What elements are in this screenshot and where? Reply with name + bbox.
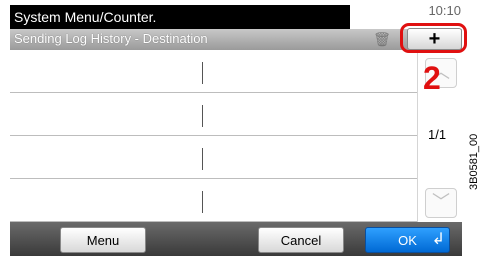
ok-button[interactable]: OK ↲: [365, 227, 450, 253]
column-divider: [202, 105, 203, 127]
step-number: 2: [423, 60, 441, 96]
list-item[interactable]: [10, 50, 417, 93]
list-item[interactable]: [10, 179, 417, 222]
bottom-toolbar: Menu Cancel OK ↲: [10, 222, 462, 256]
cancel-button[interactable]: Cancel: [258, 227, 344, 253]
trash-icon[interactable]: 🗑: [373, 30, 391, 48]
list-item[interactable]: [10, 93, 417, 136]
column-divider: [202, 191, 203, 213]
screen-title: System Menu/Counter.: [14, 9, 157, 25]
list-item[interactable]: [10, 136, 417, 179]
destination-list: [10, 50, 417, 222]
ok-label: OK: [398, 233, 417, 248]
enter-icon: ↲: [431, 231, 445, 248]
subtitle-bar: Sending Log History - Destination 🗑: [10, 29, 462, 50]
page-indicator: 1/1: [428, 127, 447, 142]
figure-id: 3B0581_00: [468, 133, 480, 190]
add-button[interactable]: +: [407, 28, 462, 50]
column-divider: [202, 148, 203, 170]
status-bar: System Menu/Counter.: [10, 5, 350, 29]
chevron-down-icon[interactable]: ﹀: [425, 188, 457, 218]
page-title: Sending Log History - Destination: [14, 31, 208, 46]
column-divider: [202, 62, 203, 84]
menu-button[interactable]: Menu: [60, 227, 146, 253]
clock: 10:10: [428, 3, 461, 18]
